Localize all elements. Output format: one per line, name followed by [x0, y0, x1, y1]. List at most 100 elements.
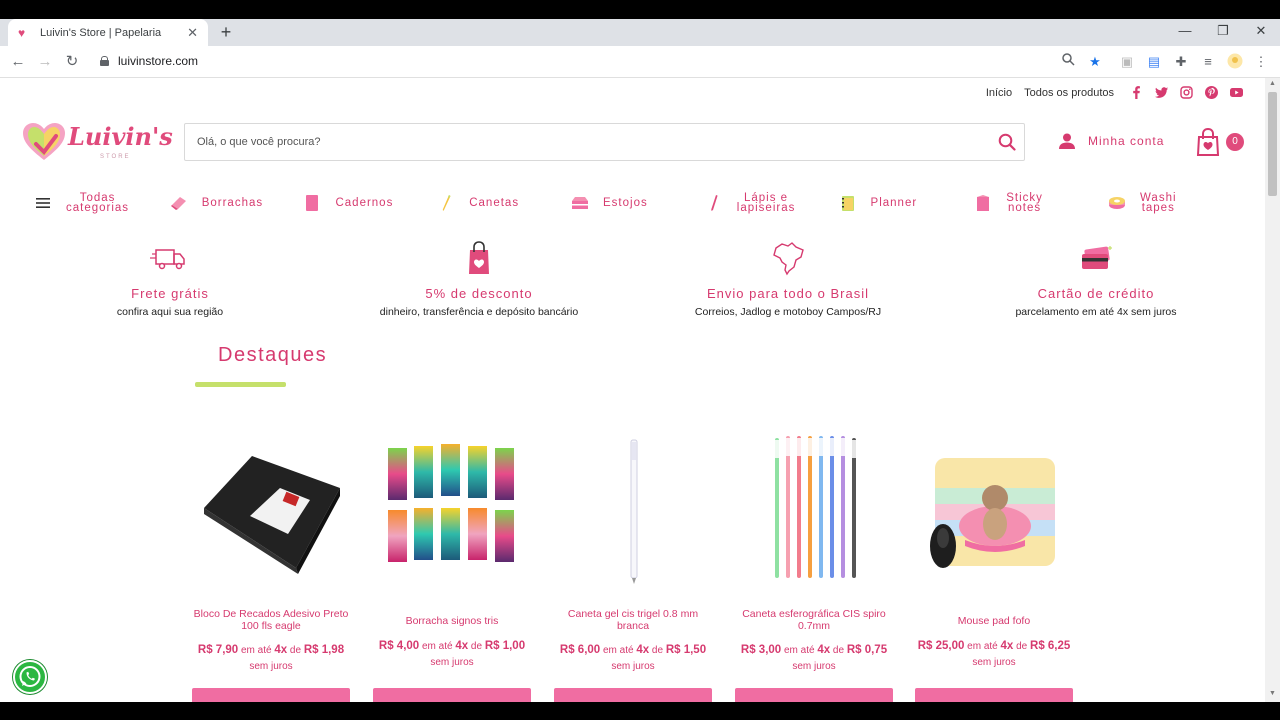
benefit-envio: Envio para todo o Brasil Correios, Jadlo…: [638, 238, 938, 318]
category-label: Estojos: [603, 197, 648, 209]
product-card[interactable]: Caneta esferográfica CIS spiro 0.7mm R$ …: [735, 428, 893, 702]
section-underline: [195, 382, 286, 387]
scrollbar-thumb[interactable]: [1268, 92, 1277, 196]
product-card[interactable]: Borracha signos tris R$ 4,00 em até 4x d…: [373, 428, 531, 702]
instagram-icon[interactable]: [1180, 86, 1193, 99]
category-cadernos[interactable]: Cadernos: [303, 195, 437, 211]
extensions-puzzle-icon[interactable]: ✚: [1172, 53, 1190, 71]
search-input[interactable]: [185, 124, 975, 160]
zoom-icon[interactable]: [1059, 53, 1077, 71]
store-logo[interactable]: Luivin's STORE: [22, 120, 173, 164]
category-estojos[interactable]: Estojos: [571, 195, 705, 211]
youtube-icon[interactable]: [1230, 86, 1243, 99]
forward-icon[interactable]: →: [35, 52, 55, 72]
logo-subtext: STORE: [100, 154, 131, 160]
category-planner[interactable]: Planner: [839, 195, 975, 211]
pen-icon: [443, 195, 451, 211]
favicon-heart-icon: ♥: [18, 25, 26, 40]
address-bar: ← → ↻ luivinstore.com ★ ▣ ▤ ✚ ≡ ⋮: [0, 46, 1280, 78]
facebook-icon[interactable]: [1130, 86, 1143, 99]
tab-close-icon[interactable]: ✕: [187, 25, 198, 41]
menu-kebab-icon[interactable]: ⋮: [1252, 53, 1270, 71]
category-borrachas[interactable]: Borrachas: [170, 195, 304, 211]
new-tab-button[interactable]: +: [216, 22, 236, 42]
buy-button[interactable]: [554, 688, 712, 702]
shopping-bag-icon: [469, 241, 489, 274]
search-icon[interactable]: [998, 133, 1016, 151]
tab-title: Luivin's Store | Papelaria: [40, 26, 162, 39]
benefit-desc[interactable]: confira aqui sua região: [20, 306, 320, 318]
product-card[interactable]: Caneta gel cis trigel 0.8 mm branca R$ 6…: [554, 428, 712, 702]
product-name[interactable]: Mouse pad fofo: [915, 615, 1073, 627]
notebook-icon: [306, 195, 319, 211]
truck-icon: [150, 249, 185, 270]
link-todos-produtos[interactable]: Todos os produtos: [1024, 87, 1114, 99]
product-image[interactable]: [373, 428, 531, 588]
benefit-desc: parcelamento em até 4x sem juros: [1015, 306, 1177, 318]
scroll-down-icon[interactable]: ▼: [1268, 690, 1277, 699]
whatsapp-button[interactable]: [13, 660, 47, 694]
product-price: R$ 25,00 em até 4x de R$ 6,25 sem juros: [917, 640, 1071, 668]
benefit-frete: Frete grátis confira aqui sua região: [20, 238, 320, 318]
product-image[interactable]: [554, 428, 712, 588]
product-name[interactable]: Caneta esferográfica CIS spiro 0.7mm: [735, 608, 893, 632]
buy-button[interactable]: [735, 688, 893, 702]
pencil-case-icon: [572, 197, 588, 209]
extension-icon[interactable]: ▣: [1118, 53, 1136, 71]
product-image[interactable]: [192, 428, 350, 588]
category-label: Planner: [870, 197, 918, 209]
cart-button[interactable]: 0: [1196, 127, 1244, 156]
product-price: R$ 3,00 em até 4x de R$ 0,75 sem juros: [740, 644, 888, 672]
whatsapp-icon: [19, 666, 41, 687]
product-name[interactable]: Borracha signos tris: [373, 615, 531, 627]
reload-icon[interactable]: ↻: [62, 52, 82, 72]
minimize-icon[interactable]: —: [1166, 19, 1204, 46]
product-price: R$ 4,00 em até 4x de R$ 1,00 sem juros: [378, 640, 526, 668]
translate-icon[interactable]: ▤: [1145, 53, 1163, 71]
browser-tab[interactable]: ♥ Luivin's Store | Papelaria ✕: [8, 19, 208, 46]
url-text: luivinstore.com: [118, 54, 199, 68]
sticky-notes-icon: [977, 195, 990, 211]
eraser-icon: [170, 197, 186, 210]
profile-avatar-icon[interactable]: [1226, 53, 1244, 71]
link-inicio[interactable]: Início: [986, 87, 1012, 99]
restore-icon[interactable]: ❐: [1204, 19, 1242, 46]
pinterest-icon[interactable]: [1205, 86, 1218, 99]
cart-count-badge: 0: [1226, 133, 1244, 151]
category-lapis[interactable]: Lápis e lapiseiras: [705, 192, 839, 214]
heart-logo-icon: [23, 123, 65, 160]
product-image[interactable]: [915, 428, 1073, 588]
user-icon: [1059, 133, 1075, 149]
benefit-desc: Correios, Jadlog e motoboy Campos/RJ: [694, 306, 882, 318]
product-name[interactable]: Caneta gel cis trigel 0.8 mm branca: [554, 608, 712, 632]
buy-button[interactable]: [192, 688, 350, 702]
product-image[interactable]: [735, 428, 893, 588]
washi-tape-icon: [1109, 197, 1125, 209]
category-label: Todas categorias: [66, 192, 130, 214]
benefit-desc: dinheiro, transferência e depósito bancá…: [379, 306, 579, 318]
logo-text: Luivin's: [68, 122, 173, 151]
category-todas[interactable]: Todas categorias: [34, 192, 170, 214]
buy-button[interactable]: [915, 688, 1073, 702]
scrollbar[interactable]: ▲ ▼: [1265, 78, 1280, 702]
bookmark-star-icon[interactable]: ★: [1086, 53, 1104, 71]
product-card[interactable]: Bloco De Recados Adesivo Preto 100 fls e…: [192, 428, 350, 702]
brazil-map-icon: [773, 242, 804, 276]
scroll-up-icon[interactable]: ▲: [1268, 80, 1277, 89]
close-window-icon[interactable]: ✕: [1242, 19, 1280, 46]
benefit-title: Envio para todo o Brasil: [706, 286, 870, 301]
back-icon[interactable]: ←: [8, 52, 28, 72]
account-link[interactable]: Minha conta: [1058, 133, 1164, 149]
category-canetas[interactable]: Canetas: [437, 195, 571, 211]
reading-list-icon[interactable]: ≡: [1199, 53, 1217, 71]
planner-icon: [841, 196, 854, 211]
url-field[interactable]: luivinstore.com: [100, 54, 198, 68]
benefit-cartao: Cartão de crédito parcelamento em até 4x…: [946, 238, 1246, 318]
category-sticky-notes[interactable]: Sticky notes: [974, 192, 1108, 214]
lock-icon: [100, 56, 109, 66]
category-washi-tapes[interactable]: Washi tapes: [1108, 192, 1234, 214]
buy-button[interactable]: [373, 688, 531, 702]
product-card[interactable]: Mouse pad fofo R$ 25,00 em até 4x de R$ …: [915, 428, 1073, 702]
twitter-icon[interactable]: [1155, 86, 1168, 99]
product-name[interactable]: Bloco De Recados Adesivo Preto 100 fls e…: [192, 608, 350, 632]
